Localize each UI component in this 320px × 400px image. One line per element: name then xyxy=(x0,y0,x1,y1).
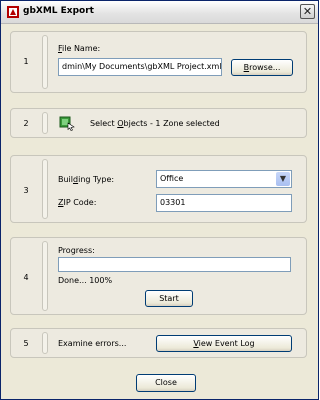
progress-fill xyxy=(59,258,290,271)
browse-button[interactable]: Browse... xyxy=(231,59,293,76)
view-event-log-button[interactable]: View Event Log xyxy=(156,335,292,352)
gbxml-app-icon xyxy=(7,6,19,18)
section-divider xyxy=(42,35,48,89)
file-name-label: File Name: xyxy=(58,44,101,53)
file-name-input[interactable]: dmin\My Documents\gbXML Project.xml xyxy=(58,58,222,76)
step-number: 5 xyxy=(23,339,29,348)
close-button[interactable]: Close xyxy=(136,374,196,392)
examine-errors-label: Examine errors... xyxy=(58,339,127,348)
zip-code-input[interactable]: 03301 xyxy=(156,194,292,212)
building-type-select[interactable]: Office ▼ xyxy=(156,170,292,188)
gbxml-export-dialog: gbXML Export ✕ 1 File Name: dmin\My Docu… xyxy=(0,0,319,400)
progress-bar xyxy=(58,257,291,272)
start-button[interactable]: Start xyxy=(145,290,193,307)
section-divider xyxy=(42,332,48,354)
section-divider xyxy=(42,112,48,134)
select-objects-icon[interactable] xyxy=(59,115,75,131)
step-number: 4 xyxy=(23,273,29,282)
section-divider xyxy=(42,159,48,219)
step-number: 3 xyxy=(23,186,29,195)
step-number: 2 xyxy=(23,119,29,128)
step-number: 1 xyxy=(23,57,29,66)
window-title: gbXML Export xyxy=(23,6,94,16)
section-file: 1 File Name: dmin\My Documents\gbXML Pro… xyxy=(10,31,307,93)
chevron-down-icon[interactable]: ▼ xyxy=(276,172,290,186)
title-bar[interactable]: gbXML Export ✕ xyxy=(1,1,318,24)
building-type-label: Building Type: xyxy=(58,175,115,184)
zip-code-label: ZIP Code: xyxy=(58,198,97,207)
close-icon[interactable]: ✕ xyxy=(300,4,315,19)
section-progress: 4 Progress: Done... 100% Start xyxy=(10,237,307,315)
section-select-objects: 2 Select Objects - 1 Zone selected xyxy=(10,108,307,138)
section-building: 3 Building Type: Office ▼ ZIP Code: 0330… xyxy=(10,155,307,223)
progress-status: Done... 100% xyxy=(58,276,113,285)
section-divider xyxy=(42,241,48,311)
progress-label: Progress: xyxy=(58,246,95,255)
building-type-value: Office xyxy=(160,174,184,183)
select-objects-text: Select Objects - 1 Zone selected xyxy=(90,119,220,128)
section-errors: 5 Examine errors... View Event Log xyxy=(10,328,307,358)
